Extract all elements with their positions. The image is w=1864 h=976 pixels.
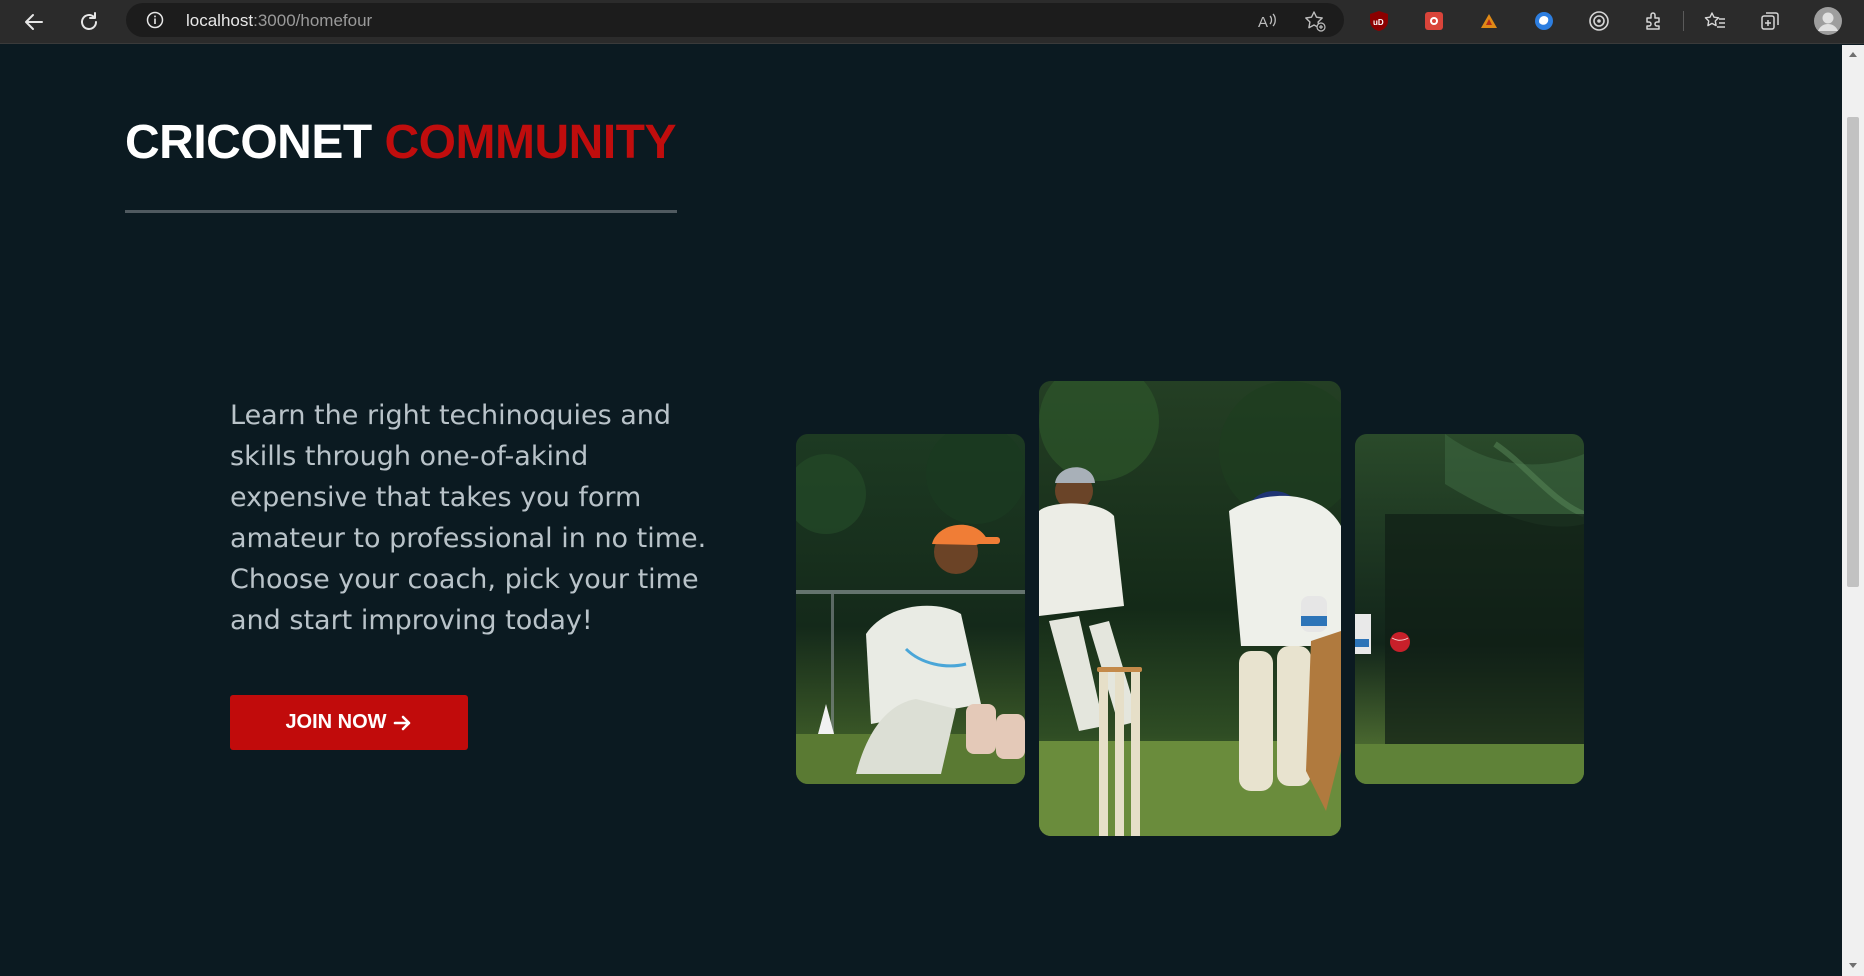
scroll-down-arrow-icon[interactable]	[1848, 962, 1858, 970]
scrollbar-thumb[interactable]	[1847, 117, 1859, 587]
brand-title-primary: CRICONET	[125, 116, 372, 169]
reload-icon	[81, 12, 97, 30]
extension-target-icon[interactable]	[1587, 9, 1611, 33]
browser-toolbar: localhost:3000/homefour A uD	[0, 0, 1864, 44]
brand-title-accent: COMMUNITY	[384, 116, 677, 169]
title-underline	[125, 210, 677, 213]
ublock-origin-icon[interactable]: uD	[1367, 9, 1391, 33]
batsman-photo	[1355, 434, 1584, 784]
back-arrow-icon	[25, 14, 43, 30]
url-text[interactable]: localhost:3000/homefour	[186, 11, 372, 31]
address-bar[interactable]: localhost:3000/homefour A	[126, 3, 1344, 37]
brand-title: CRICONET COMMUNITY	[125, 115, 676, 170]
url-path: :3000/homefour	[253, 11, 373, 30]
read-aloud-icon[interactable]: A	[1256, 10, 1278, 32]
join-now-button[interactable]: JOIN NOW	[230, 695, 468, 750]
profile-avatar-icon[interactable]	[1813, 6, 1843, 36]
url-host: localhost	[186, 11, 254, 30]
reload-button[interactable]	[75, 8, 103, 36]
extension-blue-circle-icon[interactable]	[1532, 9, 1556, 33]
arrow-right-icon	[393, 715, 410, 730]
scroll-up-arrow-icon[interactable]	[1848, 50, 1858, 58]
fielder-and-stumps-photo	[1039, 381, 1341, 836]
hero-description: Learn the right techinoquies and skills …	[230, 400, 707, 636]
favorite-star-icon[interactable]	[1304, 10, 1326, 32]
extension-puzzle-red-icon[interactable]	[1422, 9, 1446, 33]
back-button[interactable]	[20, 8, 48, 36]
collections-icon[interactable]	[1758, 9, 1782, 33]
svg-text:uD: uD	[1373, 18, 1384, 27]
extension-orange-icon[interactable]	[1477, 9, 1501, 33]
extensions-puzzle-icon[interactable]	[1642, 9, 1666, 33]
toolbar-divider	[1683, 11, 1684, 31]
page-content: CRICONET COMMUNITY Learn the right techi…	[0, 45, 1842, 976]
wicketkeeper-photo	[796, 434, 1025, 784]
svg-text:A: A	[1258, 14, 1268, 31]
join-now-label: JOIN NOW	[285, 711, 387, 733]
favorites-icon[interactable]	[1703, 9, 1727, 33]
page-scrollbar[interactable]	[1842, 45, 1864, 976]
site-info-icon[interactable]	[146, 11, 164, 29]
